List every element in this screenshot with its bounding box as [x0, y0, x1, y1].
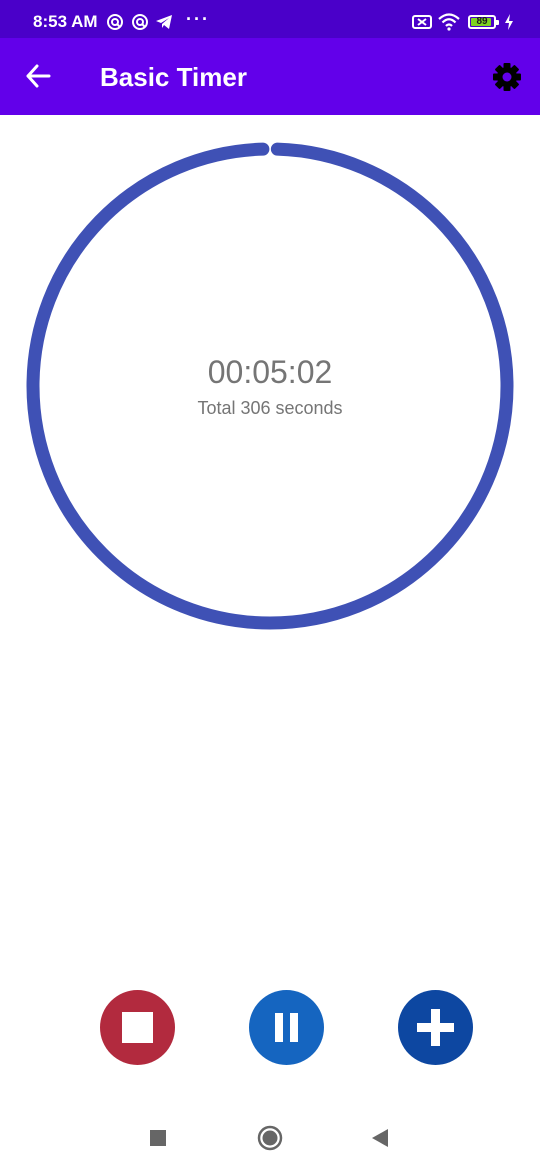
status-time: 8:53 AM [33, 12, 98, 31]
plus-icon [417, 1009, 454, 1046]
pause-icon [275, 1013, 298, 1042]
battery-tip [496, 20, 499, 25]
home-circle-icon [257, 1125, 283, 1151]
arrow-left-icon [26, 64, 51, 88]
back-triangle-icon [372, 1129, 388, 1147]
back-button[interactable] [20, 58, 56, 94]
system-back-button[interactable] [364, 1122, 396, 1154]
status-bar: 8:53 AM ··· 89 [0, 0, 540, 38]
charging-icon [505, 14, 513, 30]
stop-icon [122, 1012, 153, 1043]
wifi-icon [438, 13, 460, 31]
telegram-icon [156, 15, 172, 29]
recents-button[interactable] [142, 1122, 174, 1154]
notification-app-icon [107, 14, 123, 30]
timer-display: 00:05:02 [207, 354, 333, 390]
home-button[interactable] [254, 1122, 286, 1154]
notification-app-icon-2 [132, 14, 148, 30]
status-more-dots: ··· [186, 9, 210, 29]
recents-square-icon [150, 1130, 166, 1146]
timer-total-seconds: Total 306 seconds [197, 398, 343, 418]
battery-icon: 89 [468, 15, 499, 29]
battery-level: 89 [476, 16, 488, 27]
settings-button[interactable] [490, 60, 524, 94]
battery-saver-icon [412, 15, 432, 29]
app-bar: Basic Timer [0, 38, 540, 115]
stop-button[interactable] [100, 990, 175, 1065]
gear-icon [493, 63, 521, 91]
pause-button[interactable] [249, 990, 324, 1065]
add-time-button[interactable] [398, 990, 473, 1065]
page-title: Basic Timer [100, 62, 247, 92]
